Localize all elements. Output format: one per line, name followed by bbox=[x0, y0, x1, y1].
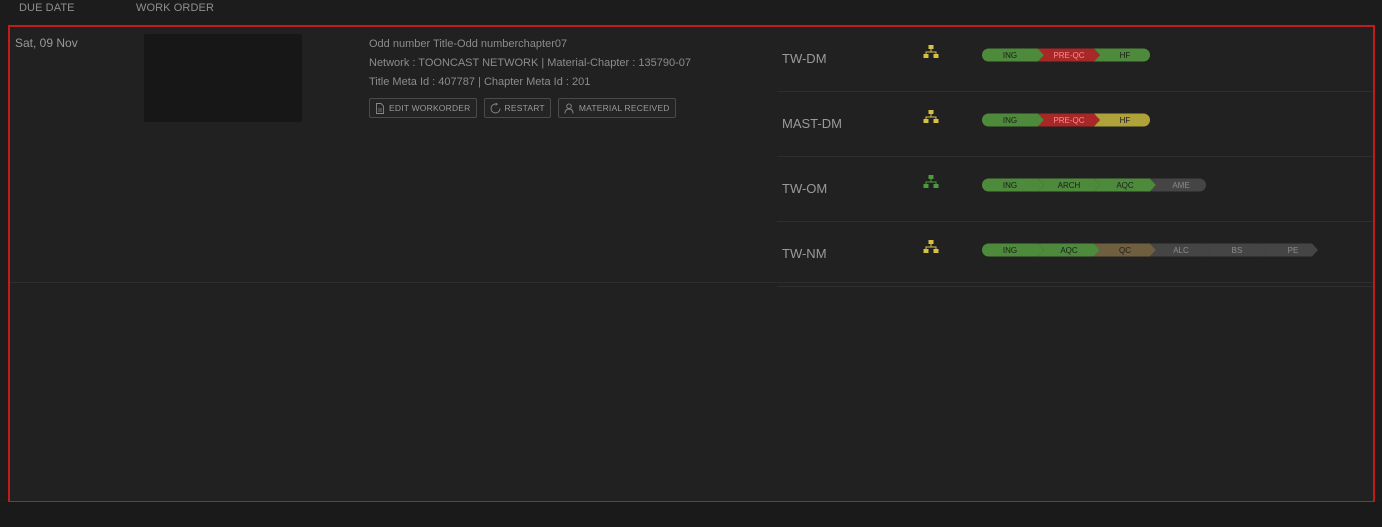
stage-label: AME bbox=[1172, 181, 1189, 190]
stage-label: PRE-QC bbox=[1053, 51, 1084, 60]
stage-chip[interactable]: HF bbox=[1094, 113, 1150, 127]
delivery-tracks: TW-DM ING PRE-QC HF MAST-DM ING PRE-QC HF TW-OM I… bbox=[777, 27, 1373, 287]
stage-label: PE bbox=[1288, 246, 1299, 255]
material-received-button[interactable]: MATERIAL RECEIVED bbox=[557, 98, 676, 118]
meta-line: Title Meta Id : 407787 | Chapter Meta Id… bbox=[369, 76, 591, 88]
work-order-title: Odd number Title-Odd numberchapter07 bbox=[369, 38, 568, 50]
track-row[interactable]: TW-DM ING PRE-QC HF bbox=[777, 27, 1373, 92]
restart-icon bbox=[490, 102, 500, 113]
track-row[interactable]: TW-OM ING ARCH AQC AME bbox=[777, 157, 1373, 222]
restart-button[interactable]: RESTART bbox=[483, 98, 551, 118]
stage-label: ING bbox=[1003, 181, 1017, 190]
stage-label: AQC bbox=[1116, 181, 1134, 190]
work-order-info: Odd number Title-Odd numberchapter07 Net… bbox=[369, 36, 691, 92]
stage-chip[interactable]: PE bbox=[1262, 243, 1318, 257]
hierarchy-icon[interactable] bbox=[923, 240, 939, 254]
due-date-header[interactable]: DUE DATE bbox=[19, 2, 75, 14]
hierarchy-icon[interactable] bbox=[923, 45, 939, 59]
stage-chip[interactable]: PRE-QC bbox=[1038, 113, 1100, 127]
thumbnail bbox=[144, 34, 302, 122]
stage-chip[interactable]: ALC bbox=[1150, 243, 1212, 257]
stage-label: ING bbox=[1003, 246, 1017, 255]
stage-label: AQC bbox=[1060, 246, 1078, 255]
stage-chip[interactable]: ING bbox=[982, 243, 1044, 257]
material-received-label: MATERIAL RECEIVED bbox=[578, 103, 670, 113]
stage-pipeline: ING ARCH AQC AME bbox=[982, 178, 1206, 192]
track-name: MAST-DM bbox=[782, 116, 842, 131]
track-name: TW-NM bbox=[782, 246, 827, 261]
track-row[interactable]: TW-NM ING AQC QC ALC BS PE bbox=[777, 222, 1373, 287]
work-order-header[interactable]: WORK ORDER bbox=[136, 2, 214, 14]
stage-label: HF bbox=[1120, 116, 1131, 125]
network-line: Network : TOONCAST NETWORK | Material-Ch… bbox=[369, 57, 691, 69]
stage-pipeline: ING PRE-QC HF bbox=[982, 113, 1150, 127]
stage-chip[interactable]: ARCH bbox=[1038, 178, 1100, 192]
edit-workorder-button[interactable]: EDIT WORKORDER bbox=[369, 98, 477, 118]
stage-chip[interactable]: ING bbox=[982, 178, 1044, 192]
column-headers: DUE DATE WORK ORDER bbox=[0, 0, 1382, 24]
track-name: TW-DM bbox=[782, 51, 827, 66]
user-icon bbox=[564, 102, 574, 114]
stage-label: HF bbox=[1120, 51, 1131, 60]
stage-label: ARCH bbox=[1058, 181, 1081, 190]
stage-chip[interactable]: ING bbox=[982, 48, 1044, 62]
stage-label: BS bbox=[1232, 246, 1243, 255]
stage-chip[interactable]: AME bbox=[1150, 178, 1206, 192]
stage-chip[interactable]: PRE-QC bbox=[1038, 48, 1100, 62]
stage-chip[interactable]: ING bbox=[982, 113, 1044, 127]
stage-pipeline: ING AQC QC ALC BS PE bbox=[982, 243, 1318, 257]
edit-workorder-label: EDIT WORKORDER bbox=[389, 103, 471, 113]
stage-label: ALC bbox=[1173, 246, 1189, 255]
stage-chip[interactable]: QC bbox=[1094, 243, 1156, 257]
due-date: Sat, 09 Nov bbox=[15, 36, 78, 50]
action-buttons: EDIT WORKORDER RESTART MATERIAL RECEIVED bbox=[369, 98, 676, 118]
footer-area bbox=[0, 502, 1382, 527]
stage-label: ING bbox=[1003, 116, 1017, 125]
stage-label: PRE-QC bbox=[1053, 116, 1084, 125]
stage-chip[interactable]: BS bbox=[1206, 243, 1268, 257]
stage-label: ING bbox=[1003, 51, 1017, 60]
stage-chip[interactable]: AQC bbox=[1038, 243, 1100, 257]
stage-pipeline: ING PRE-QC HF bbox=[982, 48, 1150, 62]
hierarchy-icon[interactable] bbox=[923, 175, 939, 189]
stage-label: QC bbox=[1119, 246, 1131, 255]
hierarchy-icon[interactable] bbox=[923, 110, 939, 124]
track-row[interactable]: MAST-DM ING PRE-QC HF bbox=[777, 92, 1373, 157]
restart-label: RESTART bbox=[504, 103, 545, 113]
stage-chip[interactable]: AQC bbox=[1094, 178, 1156, 192]
stage-chip[interactable]: HF bbox=[1094, 48, 1150, 62]
document-icon bbox=[376, 102, 384, 114]
work-order-row[interactable]: Sat, 09 Nov Odd number Title-Odd numberc… bbox=[8, 25, 1375, 503]
track-name: TW-OM bbox=[782, 181, 828, 196]
